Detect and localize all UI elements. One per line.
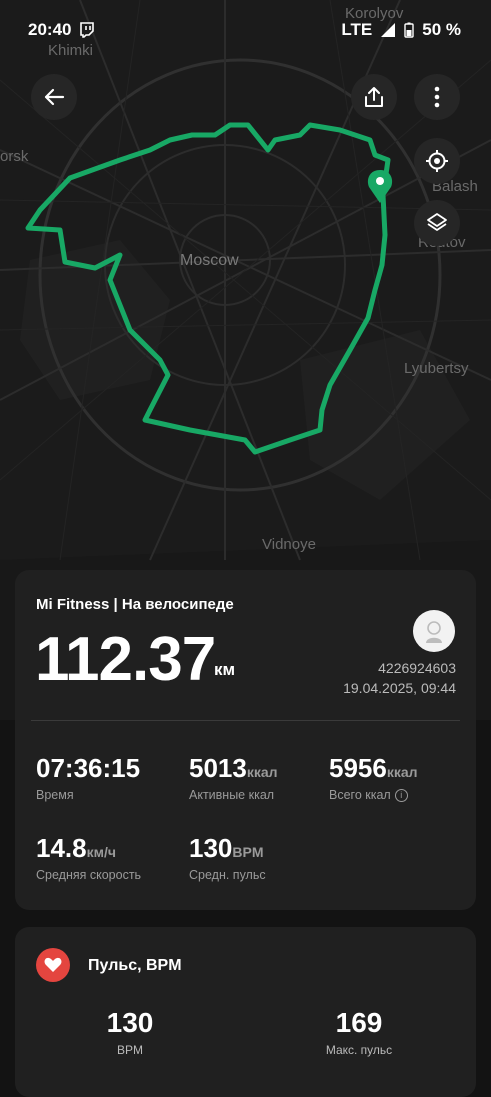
info-icon[interactable]: i [394,788,408,802]
metric-label: Активные ккал [189,788,275,802]
hr-stat-value: 169 [335,1007,383,1038]
status-battery: 50 % [422,20,461,39]
battery-icon [404,22,414,38]
status-bar: 20:40 LTE 50 % [0,0,491,60]
hr-stat-avg: 130 BPM [80,1007,180,1057]
signal-icon [381,23,396,37]
arrow-left-icon [44,88,65,106]
user-icon [426,621,442,643]
metric-value: 5013 [189,753,247,783]
metric-duration: 07:36:15 Время [36,753,140,802]
metric-value: 14.8 [36,833,87,863]
metric-unit: ккал [246,764,278,780]
metric-label: Средняя скорость [36,868,142,882]
heart-rate-card[interactable]: Пульс, BPM 130 BPM 169 Макс. пульс [15,927,476,1097]
heart-badge [36,948,70,982]
map-label-vidnoye: Vidnoye [262,536,316,553]
workout-title: Mi Fitness | На велосипеде [36,596,234,613]
hr-stat-value: 130 [106,1007,154,1038]
layers-button[interactable] [414,200,460,246]
map-label-orsk: orsk [0,148,29,165]
workout-summary-card: Mi Fitness | На велосипеде 112.37 км 422… [15,570,476,910]
avatar[interactable] [413,610,455,652]
hr-stat-label: BPM [116,1043,143,1057]
status-network: LTE [341,20,373,39]
twitch-icon [80,22,95,38]
crosshair-icon [426,150,448,172]
distance-unit: км [214,660,236,679]
map-label-lyubertsy: Lyubertsy [404,360,469,377]
status-time: 20:40 [28,20,72,39]
metric-unit: км/ч [86,844,116,860]
layers-icon [427,213,447,231]
metric-total-kcal: 5956ккал Всего ккал i [329,753,418,802]
user-id: 4226924603 [378,660,456,676]
heart-icon [44,957,62,972]
metric-value: 07:36:15 [36,753,141,783]
metric-avg-hr: 130BPM Средн. пульс [189,833,266,882]
hr-stat-max: 169 Макс. пульс [309,1007,409,1057]
locate-button[interactable] [414,138,460,184]
metric-label: Время [36,788,74,802]
more-options-button[interactable] [414,74,460,120]
more-vertical-icon [434,86,440,108]
metric-unit: ккал [386,764,418,780]
metric-avg-speed: 14.8км/ч Средняя скорость [36,833,141,882]
back-button[interactable] [31,74,77,120]
divider [31,720,460,721]
workout-datetime: 19.04.2025, 09:44 [343,680,456,696]
distance-value: 112.37 [35,625,216,694]
metric-label: Средн. пульс [189,868,266,882]
map-label-moscow: Moscow [180,252,239,269]
hr-stat-label: Макс. пульс [325,1043,393,1057]
metric-value: 130 [189,833,233,863]
share-icon [365,87,383,107]
metric-label: Всего ккал [329,788,391,802]
share-button[interactable] [351,74,397,120]
metric-value: 5956 [329,753,387,783]
metric-active-kcal: 5013ккал Активные ккал [189,753,278,802]
heart-rate-title: Пульс, BPM [88,957,182,974]
metric-unit: BPM [232,844,264,860]
